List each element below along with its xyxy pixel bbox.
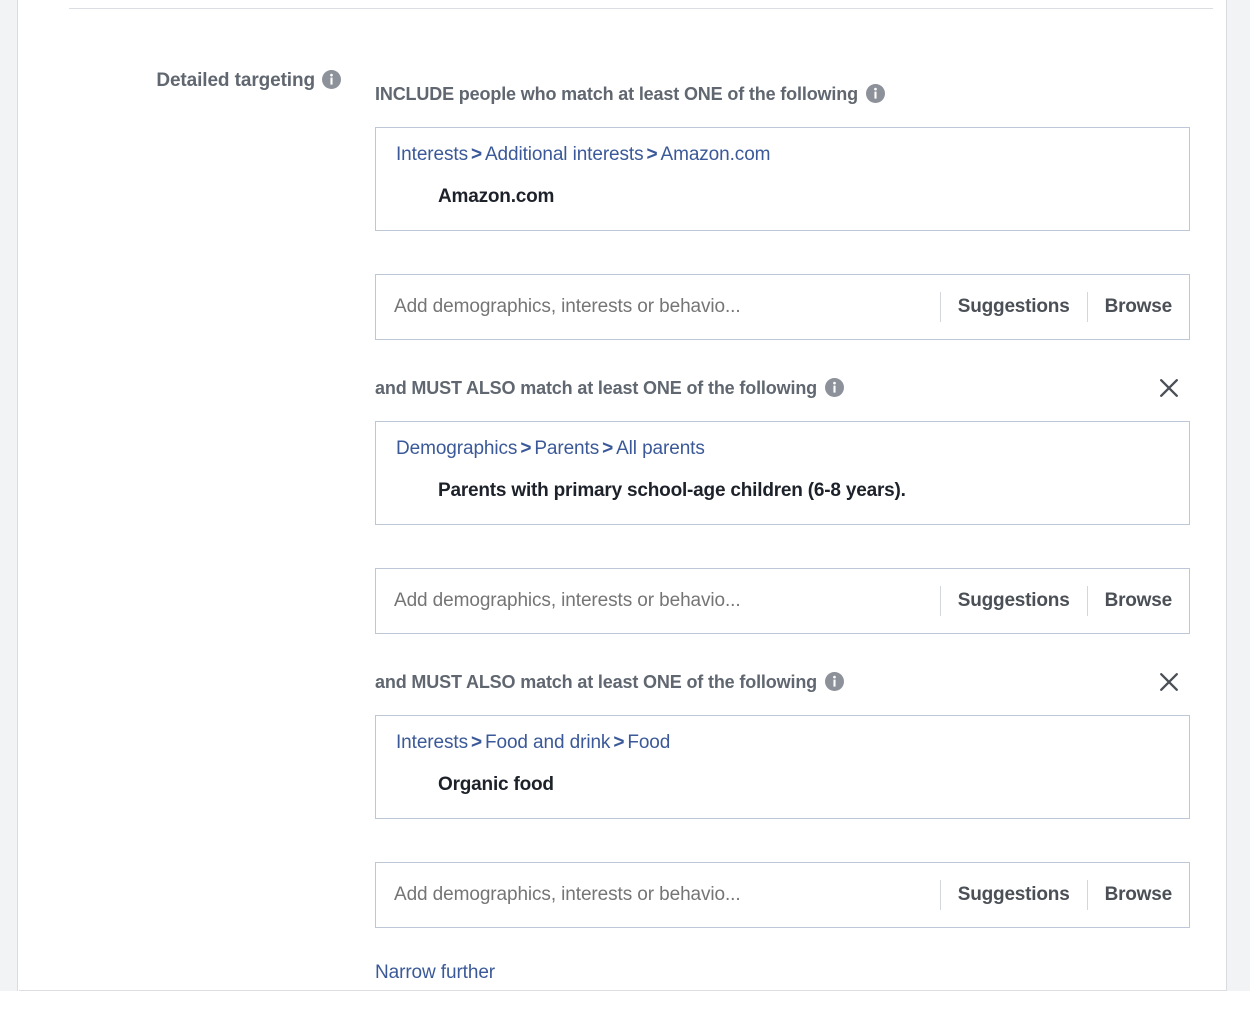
horizontal-scrollbar-track[interactable] — [0, 993, 1250, 1010]
breadcrumb-separator: > — [646, 144, 658, 165]
group-heading-text: INCLUDE people who match at least ONE of… — [375, 84, 858, 104]
breadcrumb-separator: > — [602, 438, 614, 459]
targeting-token-box: Demographics > Parents > All parents Parents… — [375, 421, 1190, 525]
targeting-token-name: Organic food — [438, 774, 554, 795]
targeting-input-row[interactable]: Suggestions Browse — [375, 568, 1190, 634]
breadcrumb-crumb[interactable]: Food — [627, 732, 670, 753]
breadcrumb: Interests > Additional interests > Amazon.co… — [376, 128, 1189, 166]
info-circle-icon[interactable] — [825, 378, 845, 397]
targeting-token-name: Parents with primary school-age children… — [438, 480, 906, 501]
remove-group-button[interactable] — [1153, 666, 1185, 698]
breadcrumb: Demographics > Parents > All parents — [376, 422, 1189, 460]
group-heading-must-also: and MUST ALSO match at least ONE of the … — [375, 376, 1190, 400]
search-input[interactable] — [376, 590, 940, 612]
group-heading-must-also: and MUST ALSO match at least ONE of the … — [375, 670, 1190, 694]
narrow-further-wrap: Narrow further — [375, 962, 495, 984]
breadcrumb-crumb[interactable]: Interests — [396, 144, 468, 165]
breadcrumb-separator: > — [613, 732, 625, 753]
breadcrumb-crumb[interactable]: All parents — [616, 438, 705, 459]
breadcrumb-separator: > — [470, 732, 482, 753]
info-circle-icon[interactable] — [322, 70, 341, 89]
search-input[interactable] — [376, 296, 940, 318]
breadcrumb-separator: > — [470, 144, 482, 165]
browse-button[interactable]: Browse — [1088, 863, 1189, 927]
right-gutter — [1226, 0, 1250, 991]
breadcrumb: Interests > Food and drink > Food — [376, 716, 1189, 754]
section-divider — [69, 8, 1213, 9]
breadcrumb-crumb[interactable]: Additional interests — [485, 144, 644, 165]
breadcrumb-crumb[interactable]: Parents — [534, 438, 599, 459]
targeting-input-row[interactable]: Suggestions Browse — [375, 274, 1190, 340]
browse-button[interactable]: Browse — [1088, 275, 1189, 339]
group-heading-include: INCLUDE people who match at least ONE of… — [375, 82, 1190, 106]
breadcrumb-crumb[interactable]: Demographics — [396, 438, 517, 459]
info-circle-icon[interactable] — [865, 84, 885, 103]
search-input[interactable] — [376, 884, 940, 906]
suggestions-button[interactable]: Suggestions — [941, 569, 1087, 633]
group-heading-text: and MUST ALSO match at least ONE of the … — [375, 378, 818, 398]
targeting-token-name: Amazon.com — [438, 186, 555, 207]
breadcrumb-crumb[interactable]: Food and drink — [485, 732, 610, 753]
targeting-input-row[interactable]: Suggestions Browse — [375, 862, 1190, 928]
narrow-further-link[interactable]: Narrow further — [375, 962, 495, 984]
breadcrumb-separator: > — [520, 438, 532, 459]
left-gutter — [0, 0, 18, 991]
targeting-token-box: Interests > Additional interests > Amazon.co… — [375, 127, 1190, 231]
browse-button[interactable]: Browse — [1088, 569, 1189, 633]
breadcrumb-crumb[interactable]: Amazon.com — [661, 144, 771, 165]
breadcrumb-crumb[interactable]: Interests — [396, 732, 468, 753]
suggestions-button[interactable]: Suggestions — [941, 275, 1087, 339]
page-title: Detailed targeting — [156, 70, 315, 91]
info-circle-icon[interactable] — [825, 672, 845, 691]
detailed-targeting-label-group: Detailed targeting — [76, 70, 341, 92]
group-heading-text: and MUST ALSO match at least ONE of the … — [375, 672, 818, 692]
remove-group-button[interactable] — [1153, 372, 1185, 404]
suggestions-button[interactable]: Suggestions — [941, 863, 1087, 927]
targeting-token-box: Interests > Food and drink > Food Organic fo… — [375, 715, 1190, 819]
